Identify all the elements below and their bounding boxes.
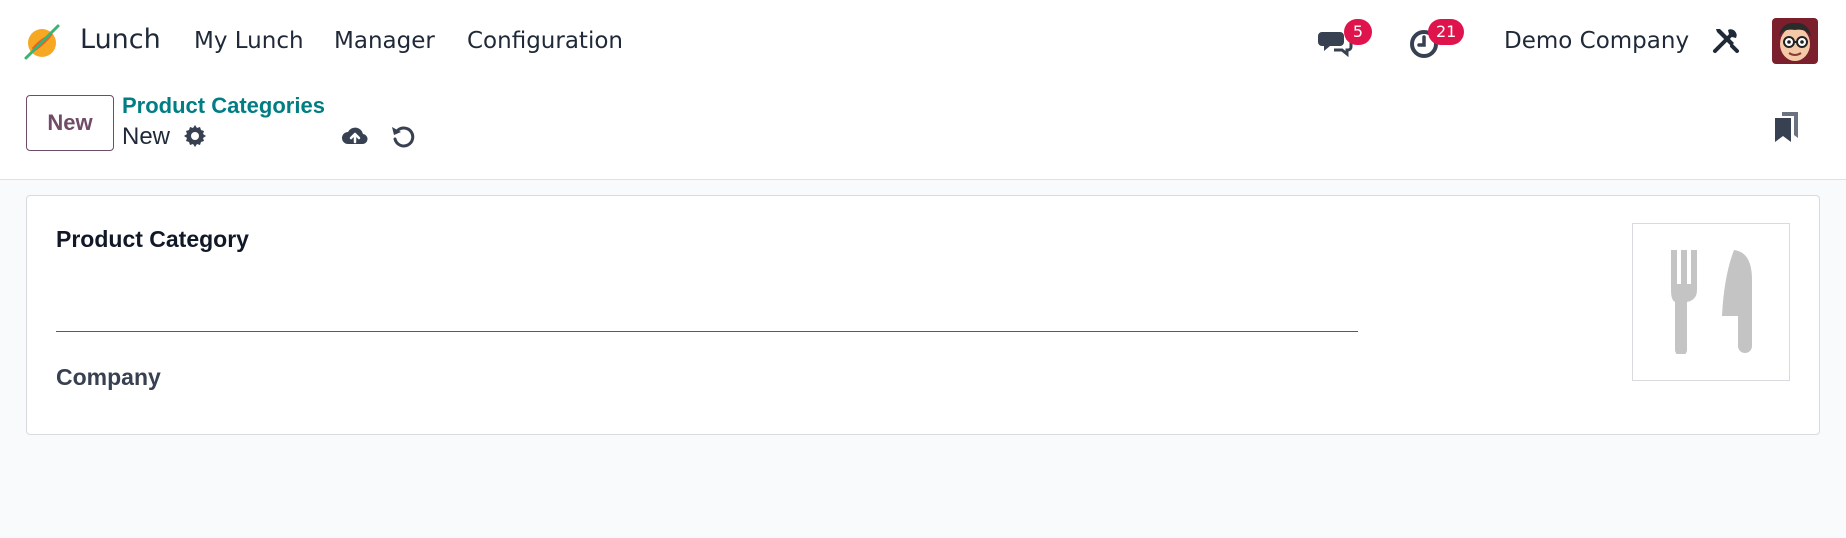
new-button[interactable]: New	[26, 95, 114, 151]
product-category-name-input[interactable]	[56, 266, 1358, 332]
product-category-label: Product Category	[56, 226, 249, 252]
breadcrumb-product-categories[interactable]: Product Categories	[122, 92, 325, 120]
menu-manager[interactable]: Manager	[334, 26, 435, 56]
discard-icon[interactable]	[389, 122, 417, 150]
breadcrumb-current: New	[122, 123, 171, 150]
menu-my-lunch[interactable]: My Lunch	[194, 26, 304, 56]
company-label: Company	[56, 364, 161, 390]
user-avatar[interactable]	[1772, 18, 1818, 64]
lunch-app-logo-icon[interactable]	[22, 22, 62, 62]
cloud-upload-icon[interactable]	[341, 122, 369, 150]
fork-knife-icon	[1671, 250, 1752, 354]
category-image-field[interactable]	[1632, 223, 1790, 381]
activities-badge: 21	[1428, 19, 1465, 45]
menu-configuration[interactable]: Configuration	[467, 26, 623, 56]
top-navbar: Lunch My Lunch Manager Configuration 5 2…	[0, 0, 1846, 80]
control-panel: New Product Categories New	[0, 80, 1846, 180]
tools-icon[interactable]	[1710, 24, 1742, 56]
app-name[interactable]: Lunch	[80, 22, 161, 58]
messages-badge: 5	[1344, 19, 1372, 45]
form-sheet: Product Category Company	[26, 195, 1820, 435]
company-switcher[interactable]: Demo Company	[1504, 26, 1689, 56]
bookmark-icon[interactable]	[1772, 110, 1802, 144]
gear-icon[interactable]	[183, 124, 207, 148]
